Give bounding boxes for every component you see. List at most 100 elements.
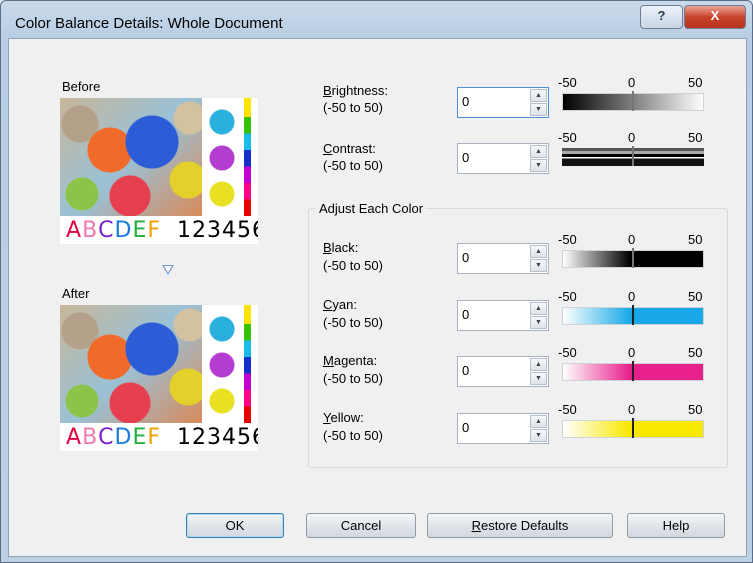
yellow-cube-icon [208, 387, 236, 415]
magenta-cube-icon [208, 351, 236, 379]
scale-min: -50 [558, 289, 577, 304]
black-up-button[interactable]: ▲ [530, 245, 547, 258]
contrast-down-button[interactable]: ▼ [530, 159, 547, 172]
black-label: Black: [323, 240, 359, 255]
scale-tick [632, 146, 634, 166]
magenta-down-button[interactable]: ▼ [530, 372, 547, 385]
magenta-label: Magenta: [323, 353, 378, 368]
marbles-image [60, 305, 202, 423]
sample-digits: 1234567 [177, 425, 258, 450]
sample-letter: E [132, 425, 148, 450]
magenta-input[interactable] [462, 363, 520, 378]
scale-tick [632, 91, 634, 111]
cyan-cube-icon [208, 315, 236, 343]
marbles-image [60, 98, 202, 216]
sample-letter: E [132, 218, 148, 243]
scale-mid: 0 [628, 402, 636, 417]
scale-mid: 0 [628, 232, 636, 247]
sample-letter: A [66, 425, 83, 450]
color-strip [244, 98, 251, 216]
yellow-range: (-50 to 50) [323, 428, 383, 443]
color-cubes [205, 98, 239, 216]
cyan-up-button[interactable]: ▲ [530, 302, 547, 315]
cyan-spinbox[interactable]: ▲ ▼ [457, 300, 549, 331]
restore-defaults-button[interactable]: Restore Defaults [427, 513, 613, 538]
scale-max: 50 [688, 232, 703, 247]
contrast-spinbox[interactable]: ▲ ▼ [457, 143, 549, 174]
scale-tick [632, 418, 634, 438]
sample-letter: D [114, 218, 133, 243]
black-input[interactable] [462, 250, 520, 265]
cyan-input[interactable] [462, 307, 520, 322]
scale-max: 50 [688, 402, 703, 417]
sample-digits: 1234567 [177, 218, 258, 243]
help-icon[interactable]: ? [640, 5, 683, 29]
contrast-input[interactable] [462, 150, 520, 165]
magenta-spinbox[interactable]: ▲ ▼ [457, 356, 549, 387]
sample-text: ABCDEF 1234567 [66, 425, 258, 450]
help-button[interactable]: Help [627, 513, 725, 538]
scale-mid: 0 [628, 345, 636, 360]
black-down-button[interactable]: ▼ [530, 259, 547, 272]
brightness-range: (-50 to 50) [323, 100, 383, 115]
after-preview: ABCDEF 1234567 [60, 305, 258, 451]
sample-letter: F [147, 218, 162, 243]
down-arrow-icon [162, 265, 174, 275]
magenta-range: (-50 to 50) [323, 371, 383, 386]
yellow-cube-icon [208, 180, 236, 208]
cyan-cube-icon [208, 108, 236, 136]
cyan-range: (-50 to 50) [323, 315, 383, 330]
scale-tick [632, 305, 634, 325]
yellow-input[interactable] [462, 420, 520, 435]
after-label: After [62, 286, 90, 301]
magenta-up-button[interactable]: ▲ [530, 358, 547, 371]
cyan-down-button[interactable]: ▼ [530, 316, 547, 329]
yellow-label: Yellow: [323, 410, 364, 425]
scale-max: 50 [688, 75, 703, 90]
scale-min: -50 [558, 232, 577, 247]
brightness-label: Brightness: [323, 83, 389, 98]
sample-letter: D [114, 425, 133, 450]
sample-letter: B [82, 218, 99, 243]
yellow-up-button[interactable]: ▲ [530, 415, 547, 428]
scale-max: 50 [688, 130, 703, 145]
sample-letter: C [98, 218, 115, 243]
brightness-up-button[interactable]: ▲ [530, 89, 547, 102]
before-label: Before [62, 79, 101, 94]
ok-button[interactable]: OK [186, 513, 284, 538]
yellow-spinbox[interactable]: ▲ ▼ [457, 413, 549, 444]
black-range: (-50 to 50) [323, 258, 383, 273]
magenta-cube-icon [208, 144, 236, 172]
scale-tick [632, 361, 634, 381]
window-title: Color Balance Details: Whole Document [15, 15, 283, 32]
scale-mid: 0 [628, 289, 636, 304]
brightness-down-button[interactable]: ▼ [530, 103, 547, 116]
brightness-input[interactable] [462, 94, 520, 109]
contrast-up-button[interactable]: ▲ [530, 145, 547, 158]
yellow-down-button[interactable]: ▼ [530, 429, 547, 442]
sample-letter: A [66, 218, 83, 243]
scale-min: -50 [558, 345, 577, 360]
cyan-label: Cyan: [323, 297, 357, 312]
before-preview: ABCDEF 1234567 [60, 98, 258, 244]
contrast-label: Contrast: [323, 141, 376, 156]
sample-letter: F [147, 425, 162, 450]
scale-max: 50 [688, 345, 703, 360]
sample-letter: B [82, 425, 99, 450]
contrast-range: (-50 to 50) [323, 158, 383, 173]
sample-letter: C [98, 425, 115, 450]
black-spinbox[interactable]: ▲ ▼ [457, 243, 549, 274]
brightness-spinbox[interactable]: ▲ ▼ [457, 87, 549, 118]
color-cubes [205, 305, 239, 423]
scale-min: -50 [558, 130, 577, 145]
scale-max: 50 [688, 289, 703, 304]
scale-mid: 0 [628, 130, 636, 145]
close-icon[interactable]: X [684, 5, 746, 29]
scale-tick [632, 248, 634, 268]
cancel-button[interactable]: Cancel [306, 513, 416, 538]
adjust-each-color-title: Adjust Each Color [316, 201, 427, 216]
color-strip [244, 305, 251, 423]
scale-min: -50 [558, 75, 577, 90]
scale-min: -50 [558, 402, 577, 417]
sample-text: ABCDEF 1234567 [66, 218, 258, 243]
